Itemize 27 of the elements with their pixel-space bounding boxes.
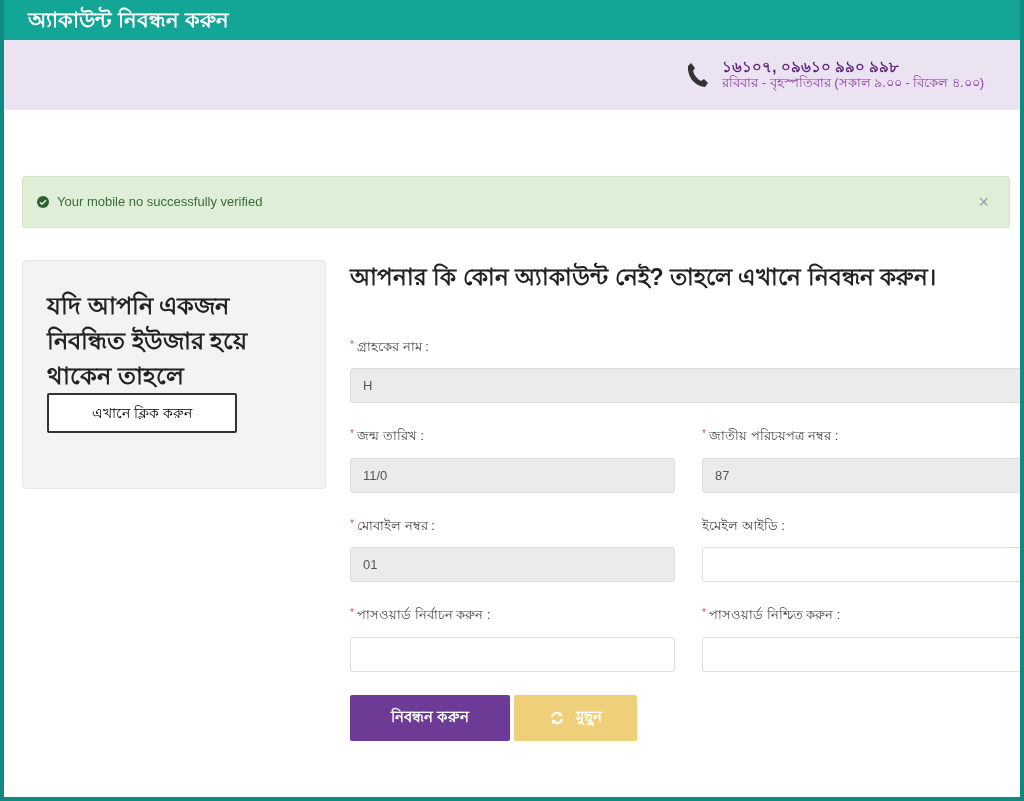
- required-mark: *: [350, 517, 354, 529]
- login-button[interactable]: এখানে ক্লিক করুন: [47, 393, 237, 434]
- required-mark: *: [702, 607, 706, 618]
- required-mark: *: [350, 338, 354, 350]
- input-field[interactable]: [702, 636, 1020, 672]
- field-label: * গ্রাহকের নাম :: [350, 337, 430, 356]
- required-mark: *: [702, 428, 706, 439]
- required-mark: *: [350, 428, 354, 439]
- window-title: অ্যাকাউন্ট নিবন্ধন করুন: [4, 0, 1020, 40]
- input-field[interactable]: [702, 547, 1020, 582]
- login-prompt: যদি আপনি একজন নিবন্ধিত ইউজার হয়ে থাকেন তাহলে: [47, 290, 249, 391]
- field-label: * মোবাইল নম্বর :: [350, 516, 436, 535]
- phone-icon: [686, 62, 709, 88]
- check-circle-icon: [37, 196, 49, 208]
- field-label: ইমেইল আইডি :: [702, 516, 786, 535]
- register-button[interactable]: নিবন্ধন করুন: [350, 694, 510, 741]
- field-label: * পাসওয়ার্ড নির্বাচন করুন :: [350, 606, 492, 624]
- hotline-number: ১৬১০৭, ০৯৬১০ ৯৯০ ৯৯৮: [722, 58, 900, 76]
- field-label: * পাসওয়ার্ড নিশ্চিত করুন :: [702, 606, 842, 624]
- alert-message: Your mobile no successfully verified: [57, 193, 263, 212]
- field-label: * জাতীয় পরিচয়পত্র নম্বর :: [702, 427, 840, 445]
- required-mark: *: [350, 607, 354, 618]
- refresh-icon: [549, 710, 564, 725]
- field-label: * জন্ম তারিখ :: [350, 427, 425, 445]
- office-hours: রবিবার - বৃহস্পতিবার (সকাল ৯.০০ - বিকেল ৪.০০): [722, 75, 984, 92]
- input-field[interactable]: [350, 636, 675, 672]
- form-heading: আপনার কি কোন অ্যাকাউন্ট নেই? তাহলে এখানে নিবন্ধন করুন।: [350, 261, 938, 292]
